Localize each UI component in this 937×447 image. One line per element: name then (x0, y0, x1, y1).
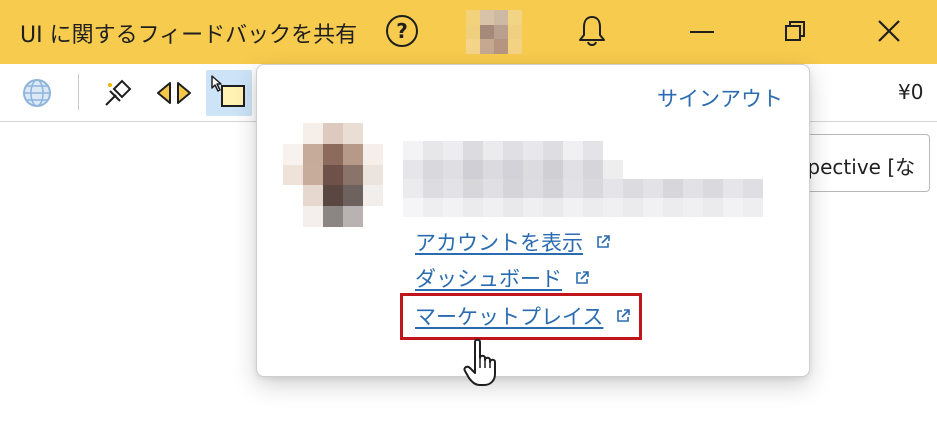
minimize-icon[interactable] (690, 31, 714, 33)
signout-link[interactable]: サインアウト (657, 83, 783, 113)
external-link-icon (597, 235, 610, 248)
marketplace-highlight (400, 293, 642, 340)
user-avatar[interactable] (466, 10, 522, 54)
title-bar: UI に関するフィードバックを共有 ? (0, 0, 937, 64)
dashboard-link[interactable]: ダッシュボード (415, 263, 590, 293)
select-tool-button[interactable] (206, 70, 252, 116)
globe-icon[interactable] (22, 78, 52, 108)
profile-avatar (283, 123, 383, 227)
toolbar-divider (78, 74, 79, 110)
view-account-label: アカウントを表示 (415, 231, 583, 255)
currency-balance: ¥0 (898, 80, 924, 104)
select-rectangle-icon (211, 75, 245, 107)
view-account-link[interactable]: アカウントを表示 (415, 227, 611, 257)
close-icon[interactable] (876, 18, 902, 44)
left-right-arrows-icon[interactable] (156, 81, 192, 105)
account-name-email (403, 141, 763, 217)
external-link-icon (576, 271, 589, 284)
bell-icon[interactable] (577, 14, 607, 48)
hand-pointer-icon (463, 338, 496, 386)
help-icon[interactable]: ? (386, 15, 418, 47)
dashboard-label: ダッシュボード (415, 267, 562, 291)
restore-icon[interactable] (782, 18, 808, 44)
perspective-label: spective [な (797, 155, 916, 179)
perspective-button[interactable]: spective [な (790, 134, 930, 192)
feedback-title[interactable]: UI に関するフィードバックを共有 (20, 17, 357, 49)
pin-pencil-icon[interactable] (100, 77, 134, 109)
